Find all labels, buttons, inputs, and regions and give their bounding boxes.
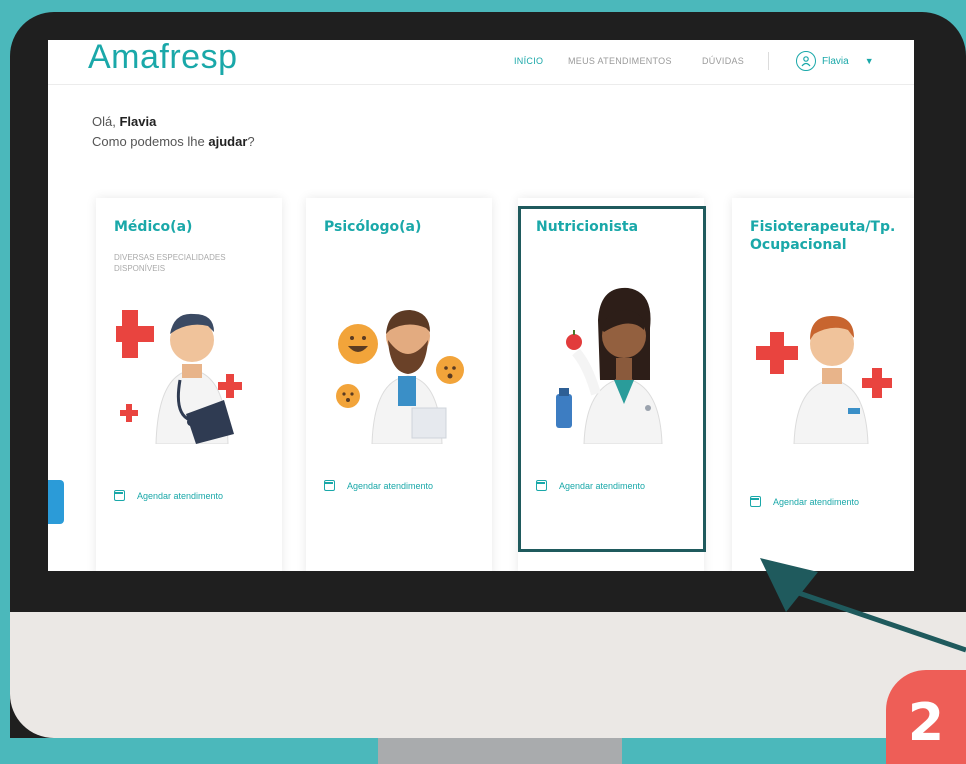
- app-logo[interactable]: Amafresp: [88, 40, 238, 77]
- greeting-question: Como podemos lhe ajudar?: [92, 132, 255, 152]
- greeting: Olá, Flavia Como podemos lhe ajudar?: [92, 112, 255, 152]
- question-bold: ajudar: [208, 134, 248, 149]
- user-name: Flavia: [822, 55, 849, 67]
- user-menu[interactable]: Flavia ▼: [796, 49, 874, 73]
- card-title: Psicólogo(a): [324, 219, 422, 235]
- card-title: Médico(a): [114, 219, 193, 235]
- book-appointment-button[interactable]: Agendar atendimento: [750, 496, 859, 507]
- question-prefix: Como podemos lhe: [92, 134, 205, 149]
- user-avatar-icon: [796, 51, 816, 71]
- card-title: Fisioterapeuta/Tp. Ocupacional: [750, 219, 896, 253]
- calendar-icon: [324, 480, 335, 491]
- monitor-stand: [378, 738, 622, 764]
- calendar-icon: [750, 496, 761, 507]
- card-fisioterapeuta[interactable]: Fisioterapeuta/Tp. Ocupacional Agendar a…: [732, 198, 914, 571]
- question-suffix: ?: [247, 134, 255, 149]
- step-badge: 2: [886, 670, 966, 764]
- nav-duvidas[interactable]: DÚVIDAS: [702, 56, 744, 66]
- card-psicologo[interactable]: Psicólogo(a) Agendar atendimento: [306, 198, 492, 571]
- greeting-user-name: Flavia: [119, 114, 157, 129]
- greeting-hello-line: Olá, Flavia: [92, 112, 255, 132]
- greeting-hello: Olá,: [92, 114, 116, 129]
- book-appointment-label: Agendar atendimento: [773, 496, 860, 507]
- psychologist-illustration: [336, 310, 464, 444]
- physiotherapist-illustration: [756, 316, 892, 444]
- nav-meus-atendimentos[interactable]: MEUS ATENDIMENTOS: [568, 56, 672, 66]
- side-tab[interactable]: [48, 480, 64, 524]
- card-medico[interactable]: Médico(a) DIVERSAS ESPECIALIDADES DISPON…: [96, 198, 282, 571]
- app-screen: Amafresp INÍCIO MEUS ATENDIMENTOS DÚVIDA…: [48, 40, 914, 571]
- monitor-chin: [10, 612, 966, 738]
- calendar-icon: [114, 490, 125, 501]
- nav-separator: [768, 52, 769, 70]
- book-appointment-label: Agendar atendimento: [137, 490, 224, 501]
- book-appointment-button[interactable]: Agendar atendimento: [324, 480, 433, 491]
- nav-inicio[interactable]: INÍCIO: [514, 56, 543, 66]
- highlight-box: [518, 206, 706, 552]
- doctor-illustration: [116, 310, 242, 444]
- book-appointment-label: Agendar atendimento: [347, 480, 434, 491]
- card-subtitle: DIVERSAS ESPECIALIDADES DISPONÍVEIS: [114, 253, 226, 273]
- book-appointment-button[interactable]: Agendar atendimento: [114, 490, 223, 501]
- chevron-down-icon[interactable]: ▼: [865, 56, 874, 66]
- top-bar: Amafresp INÍCIO MEUS ATENDIMENTOS DÚVIDA…: [48, 40, 914, 85]
